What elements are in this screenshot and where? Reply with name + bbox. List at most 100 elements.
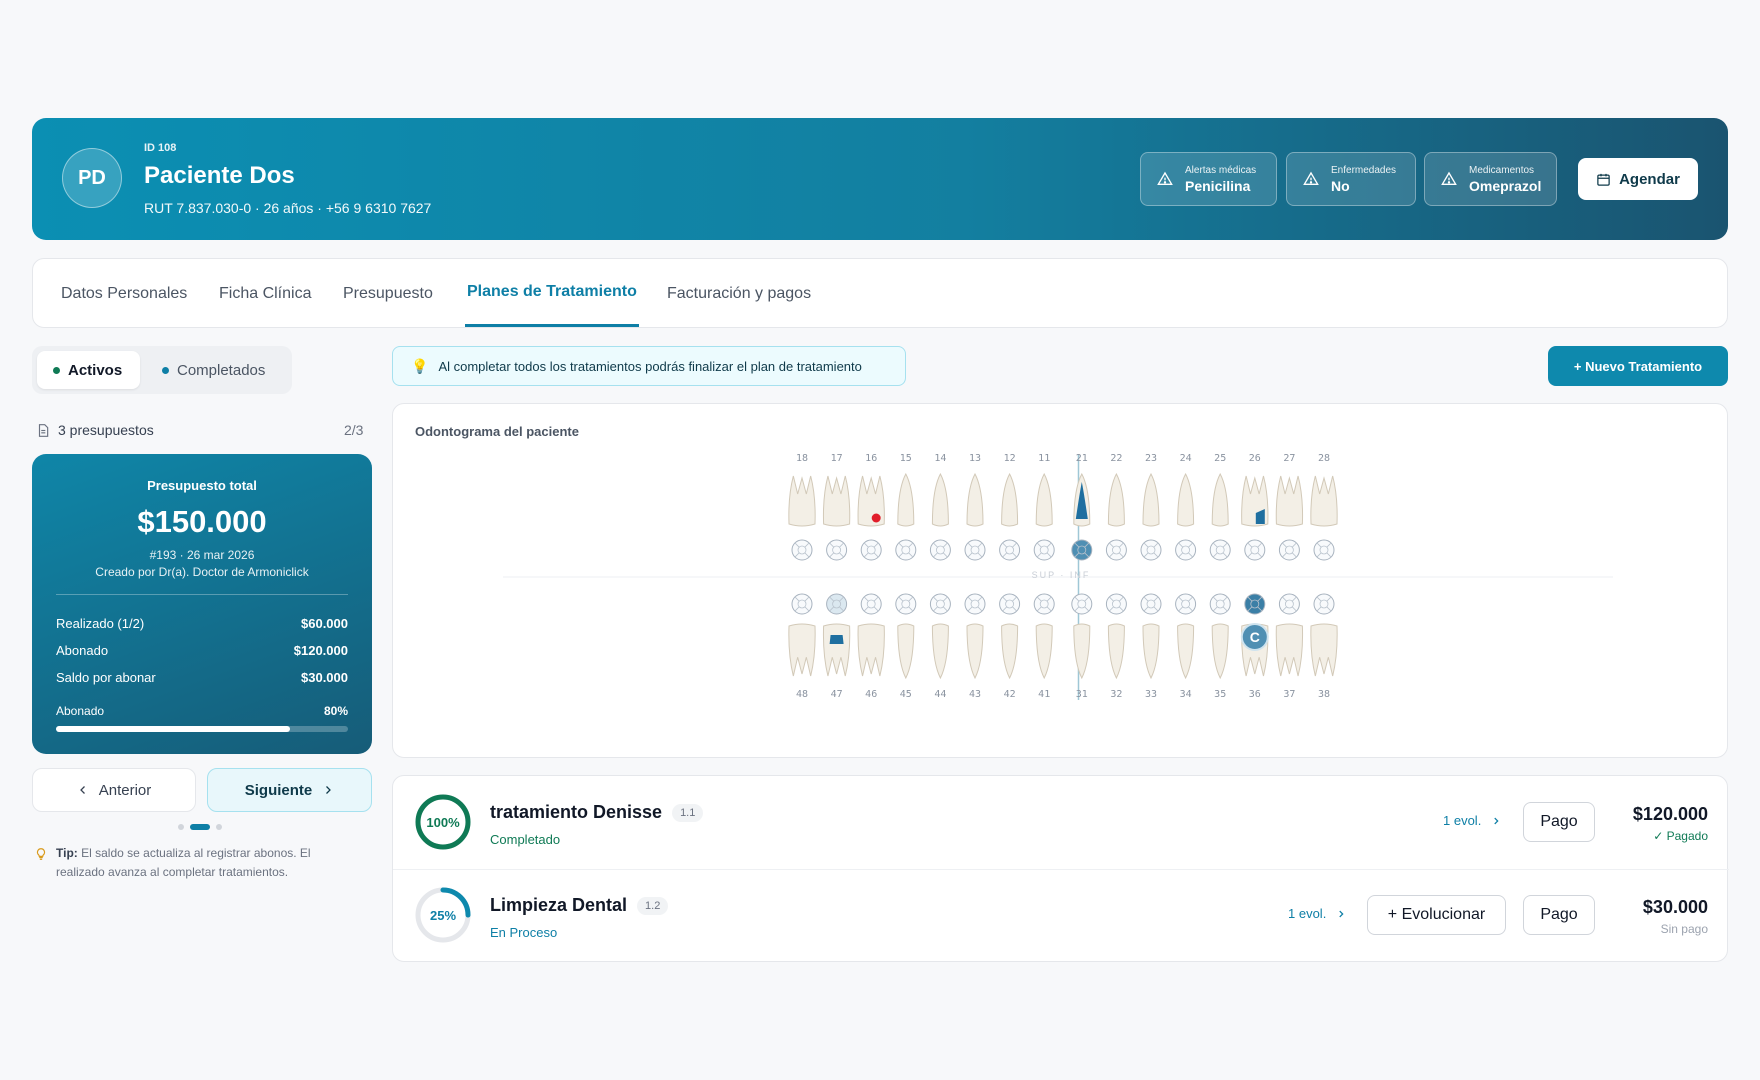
page-dot[interactable] (178, 824, 184, 830)
tooth-surface-38[interactable] (1313, 593, 1335, 615)
tooth-surface-27[interactable] (1278, 539, 1300, 561)
tab-facturacion[interactable]: Facturación y pagos (667, 259, 811, 329)
treatment-name[interactable]: tratamiento Denisse (490, 802, 662, 823)
tooth-surface-26[interactable] (1244, 539, 1266, 561)
tab-planes-tratamiento[interactable]: Planes de Tratamiento (465, 259, 639, 327)
tooth-48[interactable] (788, 623, 816, 677)
tooth-33[interactable] (1142, 623, 1160, 680)
tooth-28[interactable] (1310, 475, 1338, 527)
tab-bar: Datos Personales Ficha Clínica Presupues… (32, 258, 1728, 328)
chip-enfermedades[interactable]: Enfermedades No (1286, 152, 1416, 206)
tooth-surface-46[interactable] (860, 593, 882, 615)
tooth-surface-16[interactable] (860, 539, 882, 561)
tooth-17[interactable] (822, 475, 851, 527)
tab-ficha-clinica[interactable]: Ficha Clínica (219, 259, 311, 329)
tooth-45[interactable] (897, 623, 915, 680)
tooth-surface-41[interactable] (1033, 593, 1055, 615)
pago-button[interactable]: Pago (1523, 802, 1595, 842)
tooth-surface-21[interactable] (1071, 539, 1093, 561)
filter-completados[interactable]: Completados (146, 351, 286, 389)
tooth-22[interactable] (1107, 472, 1125, 527)
tab-presupuesto[interactable]: Presupuesto (343, 259, 433, 329)
tooth-38[interactable] (1310, 623, 1338, 677)
tooth-surface-48[interactable] (791, 593, 813, 615)
tooth-number: 26 (1249, 453, 1261, 464)
tooth-surface-45[interactable] (895, 593, 917, 615)
tooth-surface-47[interactable] (826, 593, 848, 615)
tooth-35[interactable] (1211, 623, 1229, 680)
tooth-31[interactable] (1073, 623, 1091, 680)
page-dot[interactable] (216, 824, 222, 830)
evolucionar-button[interactable]: + Evolucionar (1367, 895, 1506, 935)
new-treatment-button[interactable]: + Nuevo Tratamiento (1548, 346, 1728, 386)
tooth-number: 16 (865, 453, 877, 464)
filter-activos[interactable]: Activos (37, 351, 140, 389)
agendar-button[interactable]: Agendar (1578, 158, 1698, 200)
tooth-surface-37[interactable] (1278, 593, 1300, 615)
tooth-number: 34 (1180, 689, 1192, 700)
tooth-surface-15[interactable] (895, 539, 917, 561)
prev-button[interactable]: Anterior (32, 768, 196, 812)
tooth-44[interactable] (931, 623, 949, 680)
tooth-number: 15 (900, 453, 912, 464)
page-dot-active[interactable] (190, 824, 210, 830)
tooth-37[interactable] (1275, 623, 1304, 677)
tooth-surface-23[interactable] (1140, 539, 1162, 561)
next-button[interactable]: Siguiente (207, 768, 372, 812)
tooth-surface-43[interactable] (964, 593, 986, 615)
tooth-surface-33[interactable] (1140, 593, 1162, 615)
tooth-24[interactable] (1177, 472, 1195, 527)
row-value: $30.000 (301, 670, 348, 685)
chip-medicamentos[interactable]: Medicamentos Omeprazol (1424, 152, 1557, 206)
tooth-23[interactable] (1142, 472, 1160, 527)
tooth-47[interactable] (822, 623, 851, 677)
tooth-34[interactable] (1177, 623, 1195, 680)
chip-value: Penicilina (1185, 177, 1251, 194)
tooth-surface-24[interactable] (1175, 539, 1197, 561)
tooth-surface-31[interactable] (1071, 593, 1093, 615)
chip-alertas[interactable]: Alertas médicas Penicilina (1140, 152, 1277, 206)
tooth-surface-34[interactable] (1175, 593, 1197, 615)
tooth-surface-36[interactable] (1244, 593, 1266, 615)
odontogram: 18 17 16 15 14 13 12 11 21 22 23 24 25 26 27 28 48 47 46 45… (503, 453, 1613, 700)
tooth-surface-14[interactable] (929, 539, 951, 561)
tooth-surface-11[interactable] (1033, 539, 1055, 561)
tooth-surface-35[interactable] (1209, 593, 1231, 615)
tooth-surface-42[interactable] (999, 593, 1021, 615)
tooth-surface-13[interactable] (964, 539, 986, 561)
caries-marker[interactable] (871, 513, 881, 523)
tooth-42[interactable] (1001, 623, 1019, 680)
tooth-surface-32[interactable] (1105, 593, 1127, 615)
tooth-15[interactable] (897, 472, 915, 527)
tooth-13[interactable] (966, 472, 984, 527)
tooth-12[interactable] (1001, 472, 1019, 527)
tooth-18[interactable] (788, 475, 816, 527)
tooth-43[interactable] (966, 623, 984, 680)
chip-label: Alertas médicas (1185, 164, 1257, 176)
evol-link[interactable]: 1 evol. (1443, 813, 1501, 828)
evol-link[interactable]: 1 evol. (1288, 906, 1346, 921)
tooth-14[interactable] (931, 472, 949, 527)
tooth-surface-28[interactable] (1313, 539, 1335, 561)
tooth-surface-12[interactable] (999, 539, 1021, 561)
tooth-27[interactable] (1275, 475, 1304, 527)
treatment-name[interactable]: Limpieza Dental (490, 895, 627, 916)
tooth-32[interactable] (1107, 623, 1125, 680)
tooth-25[interactable] (1211, 472, 1229, 527)
tooth-surface-25[interactable] (1209, 539, 1231, 561)
tooth-46[interactable] (857, 623, 885, 677)
tooth-surface-18[interactable] (791, 539, 813, 561)
tooth-surface-22[interactable] (1105, 539, 1127, 561)
crown-marker[interactable]: C (1240, 623, 1269, 651)
chip-label: Medicamentos (1469, 164, 1535, 176)
tooth-11[interactable] (1035, 472, 1053, 527)
tooth-surface-44[interactable] (929, 593, 951, 615)
restoration-marker[interactable] (829, 635, 844, 644)
pago-button[interactable]: Pago (1523, 895, 1595, 935)
budget-title: Presupuesto total (147, 478, 257, 493)
payment-status: Sin pago (1660, 922, 1708, 936)
tooth-surface-17[interactable] (826, 539, 848, 561)
tooth-41[interactable] (1035, 623, 1053, 680)
tab-datos-personales[interactable]: Datos Personales (61, 259, 187, 329)
progress-label: Abonado (56, 704, 105, 718)
